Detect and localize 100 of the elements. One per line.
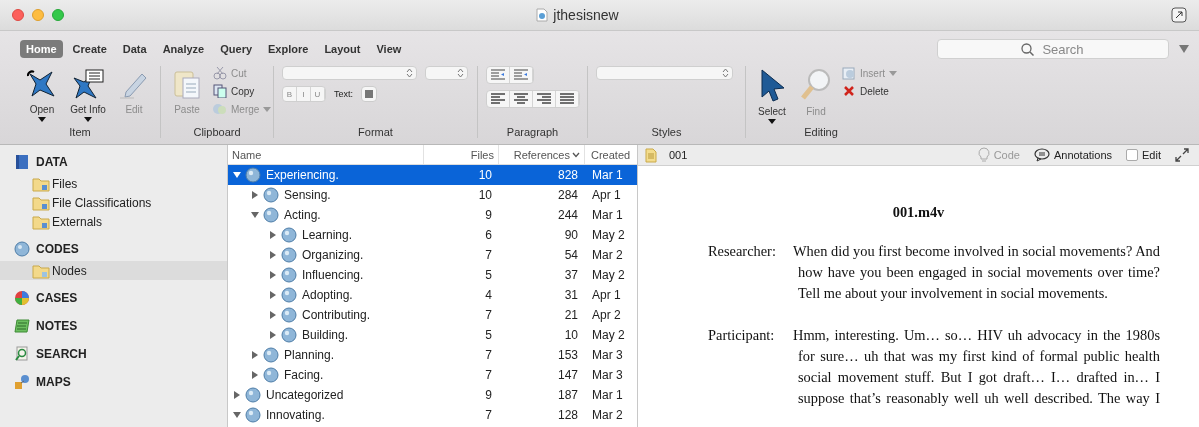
tree-row[interactable]: Adopting. 4 31 Apr 1 [228, 285, 637, 305]
search-field[interactable]: Search [937, 39, 1169, 59]
collapsed-triangle-icon[interactable] [268, 310, 278, 320]
sidebar-item[interactable]: File Classifications [0, 193, 227, 212]
ribbon-tab[interactable]: Layout [318, 40, 367, 58]
table-cell-text: 9 [484, 388, 493, 402]
collapsed-triangle-icon[interactable] [250, 370, 260, 380]
ribbon-tab[interactable]: Home [20, 40, 63, 58]
table-cell-text: Mar 1 [591, 168, 624, 182]
node-name: Learning. [302, 228, 353, 242]
sidebar-item[interactable]: Files [0, 174, 227, 193]
ribbon-tab[interactable]: Analyze [156, 40, 211, 58]
speech-bubble-icon [1033, 148, 1050, 162]
table-cell-text: Mar 3 [591, 368, 624, 382]
share-icon [1171, 7, 1187, 23]
sidebar-section[interactable]: DATA [0, 150, 227, 174]
ribbon-tab[interactable]: View [370, 40, 408, 58]
expanded-triangle-icon[interactable] [232, 410, 242, 420]
sidebar-section[interactable]: CODES [0, 237, 227, 261]
group-label: Format [357, 126, 394, 138]
indent-increase-icon [513, 69, 529, 81]
ribbon-button[interactable]: Delete [842, 84, 897, 98]
sort-caret-icon [572, 151, 580, 158]
collapsed-triangle-icon[interactable] [268, 330, 278, 340]
ribbon-tab[interactable]: Query [214, 40, 259, 58]
ribbon-tab[interactable]: Data [116, 40, 153, 58]
collapsed-triangle-icon[interactable] [268, 230, 278, 240]
collapsed-triangle-icon[interactable] [250, 350, 260, 360]
ribbon-button[interactable]: Copy [213, 84, 272, 98]
ribbon-tab[interactable]: Create [66, 40, 113, 58]
align-right-icon [536, 93, 552, 105]
collapsed-triangle-icon[interactable] [232, 390, 242, 400]
column-header[interactable]: Name [228, 145, 423, 164]
sphere-icon [263, 207, 279, 223]
table-cell-text: 7 [484, 408, 493, 422]
sidebar-section[interactable]: NOTES [0, 314, 227, 338]
figure-list-icon [72, 68, 104, 100]
tree-row[interactable]: Acting. 9 244 Mar 1 [228, 205, 637, 225]
sphere-icon [245, 407, 261, 423]
search-icon [1021, 43, 1034, 56]
dropdown-arrow-icon[interactable] [1179, 45, 1189, 53]
tree-row[interactable]: Learning. 6 90 May 2 [228, 225, 637, 245]
map-icon [14, 374, 30, 390]
table-cell-text: 153 [556, 348, 579, 362]
sidebar-item[interactable]: Externals [0, 212, 227, 231]
expanded-triangle-icon[interactable] [232, 170, 242, 180]
table-cell-text: 31 [563, 288, 579, 302]
ribbon-button[interactable]: Select [754, 66, 790, 124]
column-header[interactable]: Files [423, 145, 498, 164]
tree-row[interactable]: Sensing. 10 284 Apr 1 [228, 185, 637, 205]
folder-icon [32, 262, 50, 279]
tree-row[interactable]: Influencing. 5 37 May 2 [228, 265, 637, 285]
collapsed-triangle-icon[interactable] [250, 190, 260, 200]
book-icon [14, 154, 30, 170]
sidebar-item[interactable]: Nodes [0, 261, 227, 280]
node-name: Influencing. [302, 268, 364, 282]
sphere-icon [281, 287, 297, 303]
node-name: Facing. [284, 368, 324, 382]
table-cell-text: 147 [556, 368, 579, 382]
node-name: Uncategorized [266, 388, 344, 402]
sidebar-section[interactable]: MAPS [0, 370, 227, 394]
color-well[interactable] [361, 86, 377, 102]
tree-row[interactable]: Organizing. 7 54 Mar 2 [228, 245, 637, 265]
tree-row[interactable]: Building. 5 10 May 2 [228, 325, 637, 345]
sidebar-section[interactable]: CASES [0, 286, 227, 310]
collapsed-triangle-icon[interactable] [268, 290, 278, 300]
close-button[interactable] [12, 9, 24, 21]
format-button[interactable]: U [311, 87, 325, 101]
collapsed-triangle-icon[interactable] [268, 270, 278, 280]
edit-checkbox[interactable]: Edit [1126, 149, 1161, 161]
column-header[interactable]: Created [584, 145, 637, 164]
notepad-icon [14, 318, 30, 334]
window-title: jthesisnew [553, 7, 619, 23]
sidebar-section[interactable]: SEARCH [0, 342, 227, 366]
ribbon-button[interactable]: Open [24, 66, 60, 122]
tree-row[interactable]: Experiencing. 10 828 Mar 1 [228, 165, 637, 185]
tree-row[interactable]: Facing. 7 147 Mar 3 [228, 365, 637, 385]
tree-row[interactable]: Uncategorized 9 187 Mar 1 [228, 385, 637, 405]
annotations-button[interactable]: Annotations [1033, 148, 1113, 162]
collapsed-triangle-icon[interactable] [268, 250, 278, 260]
table-cell-text: 7 [484, 368, 493, 382]
expanded-triangle-icon[interactable] [250, 210, 260, 220]
column-header[interactable]: References [498, 145, 584, 164]
pie-icon [14, 290, 30, 306]
indent-decrease-icon [490, 69, 506, 81]
document-icon [536, 8, 549, 22]
tree-row[interactable]: Contributing. 7 21 Apr 2 [228, 305, 637, 325]
tree-row[interactable]: Planning. 7 153 Mar 3 [228, 345, 637, 365]
format-button[interactable]: B [283, 87, 297, 101]
ribbon-tab[interactable]: Explore [262, 40, 315, 58]
format-button[interactable]: I [297, 87, 311, 101]
ribbon-button[interactable]: Get Info [70, 66, 106, 122]
table-cell-text: Apr 1 [591, 288, 622, 302]
table-cell-text: Mar 1 [591, 208, 624, 222]
expand-icon[interactable] [1175, 148, 1189, 162]
tree-row[interactable]: Innovating. 7 128 Mar 2 [228, 405, 637, 425]
table-cell-text: May 2 [591, 328, 626, 342]
table-cell-text: Apr 1 [591, 188, 622, 202]
sphere-icon [281, 327, 297, 343]
table-cell-text: Mar 2 [591, 248, 624, 262]
